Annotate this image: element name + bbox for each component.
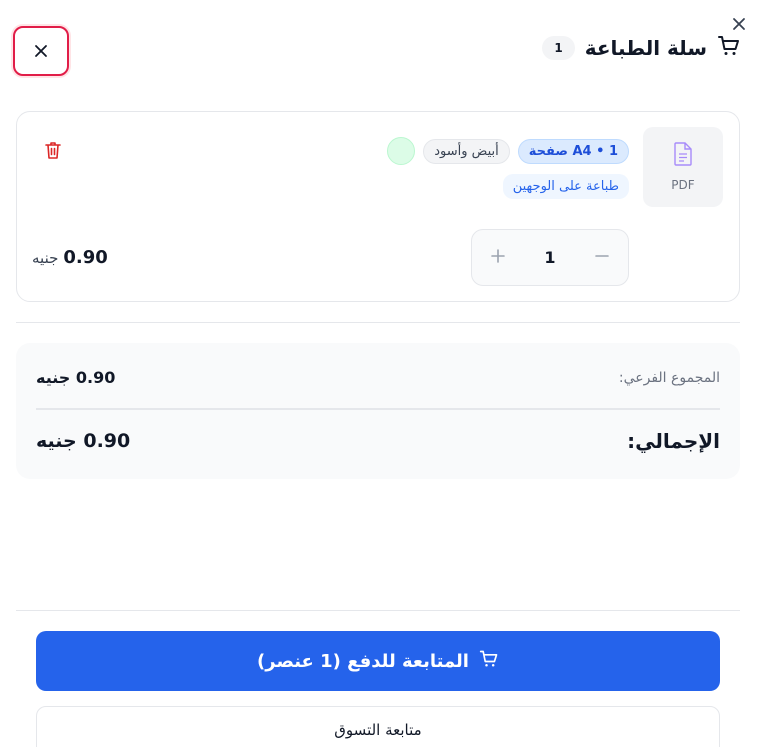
cart-icon: [717, 34, 741, 62]
continue-shopping-button[interactable]: متابعة التسوق: [36, 706, 720, 747]
increase-quantity-button[interactable]: [490, 248, 506, 268]
color-mode-tag: أبيض وأسود: [423, 138, 510, 164]
subtotal-row: المجموع الفرعي: 0.90 جنيه: [36, 368, 720, 387]
cart-item-card: PDF 1 • A4 صفحة أبيض وأسود طباعة على الو…: [16, 111, 740, 302]
cart-title-group: سلة الطباعة 1: [542, 34, 741, 62]
cart-icon: [479, 649, 499, 673]
delete-item-button[interactable]: [43, 140, 63, 164]
duplex-tag: طباعة على الوجهين: [502, 174, 629, 199]
total-row: الإجمالي: 0.90 جنيه: [36, 429, 720, 453]
subtotal-label: المجموع الفرعي:: [618, 369, 720, 386]
cart-header: سلة الطباعة 1: [13, 26, 741, 76]
quantity-stepper: 1: [471, 229, 629, 286]
quantity-value: 1: [544, 248, 556, 267]
close-icon: [35, 45, 47, 57]
subtotal-value: 0.90 جنيه: [36, 368, 116, 387]
total-label: الإجمالي:: [627, 429, 720, 453]
minus-icon: [595, 254, 609, 257]
decrease-quantity-button[interactable]: [594, 248, 610, 268]
document-icon: [673, 142, 693, 170]
footer-divider: [16, 610, 740, 611]
checkout-button[interactable]: المتابعة للدفع (1 عنصر): [36, 631, 720, 691]
cart-count-badge: 1: [542, 36, 575, 60]
item-price: 0.90 جنيه: [32, 247, 108, 268]
trash-icon: [45, 142, 61, 159]
section-divider: [16, 322, 740, 323]
file-thumbnail: PDF: [643, 127, 723, 207]
cart-title: سلة الطباعة: [584, 36, 707, 60]
checkout-label: المتابعة للدفع (1 عنصر): [257, 650, 469, 672]
summary-divider: [36, 408, 720, 410]
item-price-value: 0.90: [63, 247, 108, 268]
plus-icon: [491, 248, 505, 263]
file-type-label: PDF: [671, 178, 695, 192]
order-summary: المجموع الفرعي: 0.90 جنيه الإجمالي: 0.90…: [16, 343, 740, 479]
pages-size-tag: 1 • A4 صفحة: [517, 138, 629, 164]
close-cart-button[interactable]: [13, 26, 69, 76]
item-tags: 1 • A4 صفحة أبيض وأسود: [387, 137, 629, 165]
item-price-currency: جنيه: [32, 249, 59, 267]
total-value: 0.90 جنيه: [36, 430, 131, 452]
color-swatch: [387, 137, 416, 165]
continue-shopping-label: متابعة التسوق: [334, 721, 422, 739]
